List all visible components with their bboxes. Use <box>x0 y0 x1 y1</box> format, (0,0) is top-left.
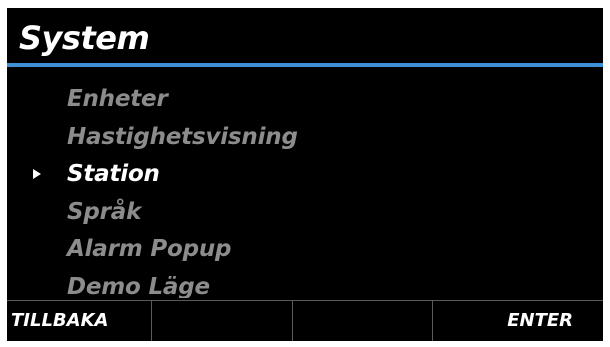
softkey-bar: TILLBAKA ENTER <box>7 300 603 341</box>
device-screen: System Enheter Hastighetsvisning Station… <box>7 8 603 341</box>
menu-item-sprak[interactable]: Språk <box>7 197 603 235</box>
menu-item-station[interactable]: Station <box>7 159 603 197</box>
triangle-right-icon <box>33 169 41 179</box>
menu-item-enheter[interactable]: Enheter <box>7 84 603 122</box>
back-softkey[interactable]: TILLBAKA <box>7 301 152 341</box>
menu-item-label: Alarm Popup <box>67 236 232 262</box>
page-title: System <box>19 19 150 57</box>
header: System <box>7 8 603 67</box>
menu-item-label: Demo Läge <box>67 273 210 299</box>
menu-item-label: Språk <box>67 198 142 225</box>
enter-softkey[interactable]: ENTER <box>433 301 603 341</box>
header-divider <box>7 63 603 67</box>
menu-item-label: Enheter <box>67 86 168 112</box>
menu-item-label: Hastighetsvisning <box>67 123 298 150</box>
softkey-2[interactable] <box>152 301 293 341</box>
menu-item-demo-lage[interactable]: Demo Läge <box>7 272 603 299</box>
menu-item-hastighetsvisning[interactable]: Hastighetsvisning <box>7 122 603 160</box>
softkey-3[interactable] <box>293 301 434 341</box>
system-menu: Enheter Hastighetsvisning Station Språk … <box>7 84 603 298</box>
menu-item-label: Station <box>67 161 160 187</box>
menu-item-alarm-popup[interactable]: Alarm Popup <box>7 234 603 272</box>
